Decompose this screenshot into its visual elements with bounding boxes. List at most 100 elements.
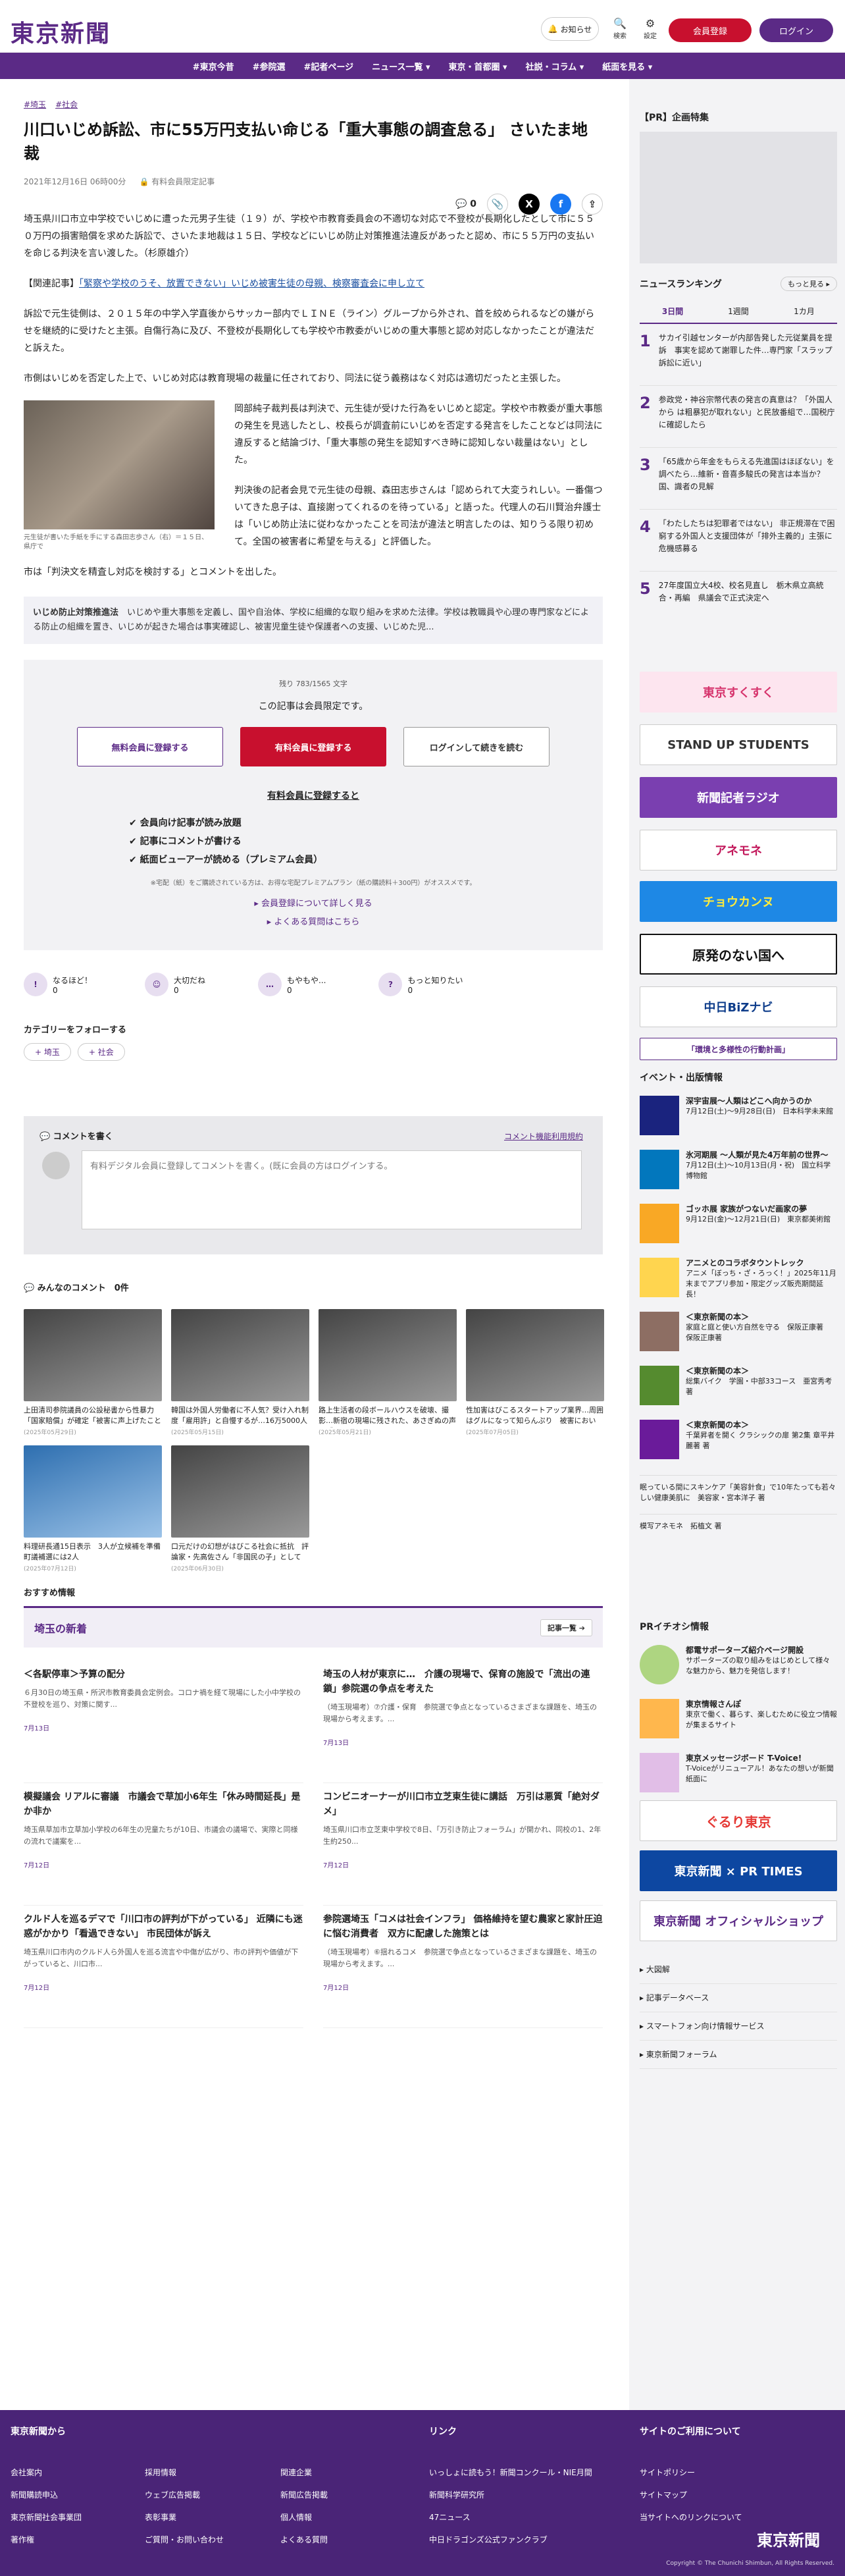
tab-1week[interactable]: 1週間 xyxy=(705,299,771,323)
ad-slot[interactable] xyxy=(640,132,837,263)
settings-button[interactable]: ⚙ 設定 xyxy=(636,17,665,40)
footer-link[interactable]: 新聞科学研究所 xyxy=(429,2484,592,2506)
membership-link[interactable]: ▸ 会員登録について詳しく見る xyxy=(50,895,576,913)
related-card[interactable]: 上田清司参院議員の公設秘書から性暴力「国家賠償」が確定「被害に声上げたことから.… xyxy=(24,1309,162,1436)
footer-logo[interactable]: 東京新聞 xyxy=(757,2527,820,2550)
nav-item[interactable]: #記者ページ xyxy=(303,60,353,72)
banner-standup[interactable]: STAND UP STUDENTS xyxy=(640,724,837,765)
nav-item[interactable]: #参院選 xyxy=(253,60,286,72)
banner-action-plan[interactable]: 「環境と多様性の行動計画」 xyxy=(640,1038,837,1060)
footer-link[interactable]: ご質問・お問い合わせ xyxy=(145,2529,224,2551)
news-item[interactable]: 埼玉の人材が東京に… 介護の現場で、保育の施設で「流出の連鎖」参院選の争点を考え… xyxy=(323,1661,603,1783)
free-register-button[interactable]: 無料会員に登録する xyxy=(77,727,223,766)
banner-chokanu[interactable]: チョウカンヌ xyxy=(640,881,837,922)
related-card[interactable]: 料理研長通15日表示 3人が立候補を準備 町議補選には2人 (2025年07月12… xyxy=(24,1445,162,1572)
news-item[interactable]: ＜各駅停車＞予算の配分 ６月30日の埼玉県・所沢市教育委員会定例会。コロナ禍を経て… xyxy=(24,1661,303,1783)
reaction-button[interactable]: ? もっと知りたい 0 xyxy=(378,973,463,996)
footer-link[interactable]: 当サイトへのリンクについて xyxy=(640,2506,742,2529)
banner-shop[interactable]: 東京新聞 オフィシャルショップ xyxy=(640,1900,837,1941)
event-text-link[interactable]: 模写アネモネ 拓植文 著 xyxy=(640,1514,837,1532)
site-logo[interactable]: 東京新聞 xyxy=(11,14,111,49)
pr-item[interactable]: 都電サポーターズ紹介ページ開設 サポーターズの取り組みをはじめとして様々な魅力から… xyxy=(640,1645,837,1687)
banner-bizunavi[interactable]: 中日BiZナビ xyxy=(640,986,837,1027)
footer-link[interactable]: 東京新聞社会事業団 xyxy=(11,2506,82,2529)
comment-count[interactable]: 💬 0 xyxy=(455,199,476,209)
article-photo[interactable]: 元生徒が書いた手紙を手にする森田志歩さん（右）＝１５日、県庁で xyxy=(24,400,215,552)
footer-link[interactable]: 会社案内 xyxy=(11,2461,82,2484)
related-article-link[interactable]: 「緊察や学校のうそ、放置できない」いじめ被害生徒の母親、検察審査会に申し立て xyxy=(79,279,424,289)
ranking-item[interactable]: 1 サカイ引越センターが内部告発した元従業員を提訴 事実を認めて謝罪した件…専門家… xyxy=(640,324,837,386)
follow-chip[interactable]: + 埼玉 xyxy=(24,1043,71,1061)
footer-link[interactable]: 中日ドラゴンズ公式ファンクラブ xyxy=(429,2529,592,2551)
ranking-item[interactable]: 2 参政党・神谷宗幣代表の発言の真意は？「外国人から は粗暴犯が取れない」と民放番… xyxy=(640,386,837,448)
footer-link[interactable]: 個人情報 xyxy=(280,2506,328,2529)
tag-link[interactable]: #埼玉 xyxy=(24,100,46,109)
section-more-link[interactable]: 記事一覧 ➔ xyxy=(540,1619,592,1636)
register-button[interactable]: 会員登録 xyxy=(669,18,752,42)
search-button[interactable]: 🔍 検索 xyxy=(605,17,634,40)
side-link[interactable]: ▸ 記事データベース xyxy=(640,1984,837,2012)
footer-link[interactable]: サイトポリシー xyxy=(640,2461,742,2484)
nav-item[interactable]: 社説・コラム ▾ xyxy=(526,60,584,72)
footer-link[interactable]: よくある質問 xyxy=(280,2529,328,2551)
event-item[interactable]: ＜東京新聞の本＞ 総集バイク 学園・中部33コース 亜宮秀考 著 xyxy=(640,1366,837,1408)
news-item[interactable]: 参院選埼玉「コメは社会インフラ」 価格維持を望む農家と家計圧迫に悩む消費者 双方… xyxy=(323,1906,603,2028)
event-item[interactable]: ＜東京新聞の本＞ 千葉昇者を開く クラシックの扉 第2集 章平井麗著 著 xyxy=(640,1420,837,1462)
related-card[interactable]: 路上生活者の段ボールハウスを破壊、撮影…新宿の現場に残された、あさぎぬの声と「や… xyxy=(319,1309,457,1436)
side-link[interactable]: ▸ 大図解 xyxy=(640,1956,837,1984)
paid-register-button[interactable]: 有料会員に登録する xyxy=(240,727,386,766)
event-item[interactable]: 氷河期展 〜人類が見た4万年前の世界〜 7月12日(土)〜10月13日(月・祝) … xyxy=(640,1150,837,1192)
reaction-button[interactable]: … もやもや... 0 xyxy=(258,973,326,996)
comment-input[interactable]: 有料デジタル会員に登録してコメントを書く。(既に会員の方はログインする。 xyxy=(82,1150,582,1229)
x-share-icon[interactable]: X xyxy=(519,194,540,215)
side-link[interactable]: ▸ 東京新聞フォーラム xyxy=(640,2041,837,2069)
faq-link[interactable]: ▸ よくある質問はこちら xyxy=(50,913,576,932)
banner-gururi[interactable]: ぐるり東京 xyxy=(640,1800,837,1841)
event-text-link[interactable]: 眠っている間にスキンケア「美容針食」で10年たっても若々しい健康美肌に 美容家・… xyxy=(640,1475,837,1503)
footer-link[interactable]: 47ニュース xyxy=(429,2506,592,2529)
nav-item[interactable]: #東京今昔 xyxy=(193,60,234,72)
banner-genpatsu[interactable]: 原発のない国へ xyxy=(640,934,837,975)
event-item[interactable]: ＜東京新聞の本＞ 家庭と庭と使い方自然を守る 保阪正康著 保阪正康著 xyxy=(640,1312,837,1354)
reaction-button[interactable]: ! なるほど！ 0 xyxy=(24,973,92,996)
related-card[interactable]: 性加害はびこるスタートアップ業界…周囲はグルになって知らんぷり 被害において、改… xyxy=(466,1309,604,1436)
ranking-item[interactable]: 3 「65歳から年金をもらえる先進国はほぼない」を調べたら…維新・音喜多駿氏の発言… xyxy=(640,448,837,510)
footer-link[interactable]: 採用情報 xyxy=(145,2461,224,2484)
tab-1month[interactable]: 1カ月 xyxy=(771,299,837,323)
news-item[interactable]: クルド人を巡るデマで「川口市の評判が下がっている」 近隣にも迷惑がかかり「看過で… xyxy=(24,1906,303,2028)
news-item[interactable]: コンビニオーナーが川口市立芝東生徒に講話 万引は悪質「絶対ダメ」 埼玉県川口市立芝… xyxy=(323,1783,603,1906)
footer-link[interactable]: 新聞広告掲載 xyxy=(280,2484,328,2506)
pr-item[interactable]: 東京情報さんぽ 東京で働く、暮らす、楽しむために役立つ情報が集まるサイト xyxy=(640,1699,837,1741)
follow-chip[interactable]: + 社会 xyxy=(77,1043,125,1061)
ranking-item[interactable]: 4 「わたしたちは犯罪者ではない」 非正規滞在で困窮する外国人と支援団体が「排外主… xyxy=(640,510,837,572)
side-link[interactable]: ▸ スマートフォン向け情報サービス xyxy=(640,2012,837,2041)
event-item[interactable]: ゴッホ展 家族がつないだ画家の夢 9月12日(金)〜12月21日(日) 東京都美術… xyxy=(640,1204,837,1246)
ranking-more-link[interactable]: もっと見る ▸ xyxy=(780,277,837,291)
tag-link[interactable]: #社会 xyxy=(55,100,78,109)
nav-item[interactable]: 東京・首都圏 ▾ xyxy=(449,60,507,72)
footer-link[interactable]: いっしょに読もう！新聞コンクール・NIE月間 xyxy=(429,2461,592,2484)
nav-item[interactable]: 紙面を見る ▾ xyxy=(602,60,652,72)
banner-radio[interactable]: 新聞記者ラジオ xyxy=(640,777,837,818)
share-icon[interactable]: ⇪ xyxy=(582,194,603,215)
paywall-login-button[interactable]: ログインして続きを読む xyxy=(403,727,550,766)
related-card[interactable]: 韓国は外国人労働者に不人気？受け入れ制度「雇用許」と自慢するが…16万5000人… xyxy=(171,1309,309,1436)
event-item[interactable]: 深宇宙展〜人類はどこへ向かうのか 7月12日(土)〜9月28日(日) 日本科学未来… xyxy=(640,1096,837,1138)
footer-link[interactable]: 新聞購読申込 xyxy=(11,2484,82,2506)
event-item[interactable]: アニメとのコラボタウントレック アニメ「ぼっち・ざ・ろっく！」2025年11月末ま… xyxy=(640,1258,837,1300)
reaction-button[interactable]: ☺ 大切だね 0 xyxy=(145,973,205,996)
ranking-item[interactable]: 5 27年度国立大4校、校名見直し 栃木県立高統合・再編 県議会で正式決定へ xyxy=(640,572,837,633)
comment-rules-link[interactable]: コメント機能利用規約 xyxy=(504,1131,583,1142)
clip-icon[interactable]: 📎 xyxy=(487,194,508,215)
footer-link[interactable]: 関連企業 xyxy=(280,2461,328,2484)
footer-link[interactable]: 表彰事業 xyxy=(145,2506,224,2529)
banner-sukusuku[interactable]: 東京すくすく xyxy=(640,672,837,712)
related-card[interactable]: 口元だけの幻想がはびこる社会に抵抗 評論家・先高佐さん「非国民の子」として 利益… xyxy=(171,1445,309,1572)
banner-prtimes[interactable]: 東京新聞 × PR TIMES xyxy=(640,1850,837,1891)
notification-button[interactable]: 🔔 お知らせ xyxy=(541,17,599,41)
login-button[interactable]: ログイン xyxy=(759,18,833,42)
facebook-share-icon[interactable]: f xyxy=(550,194,571,215)
footer-link[interactable]: サイトマップ xyxy=(640,2484,742,2506)
nav-item[interactable]: ニュース一覧 ▾ xyxy=(372,60,430,72)
news-item[interactable]: 模擬議会 リアルに審議 市議会で草加小6年生「休み時間延長」是か非か 埼玉県草加市… xyxy=(24,1783,303,1906)
